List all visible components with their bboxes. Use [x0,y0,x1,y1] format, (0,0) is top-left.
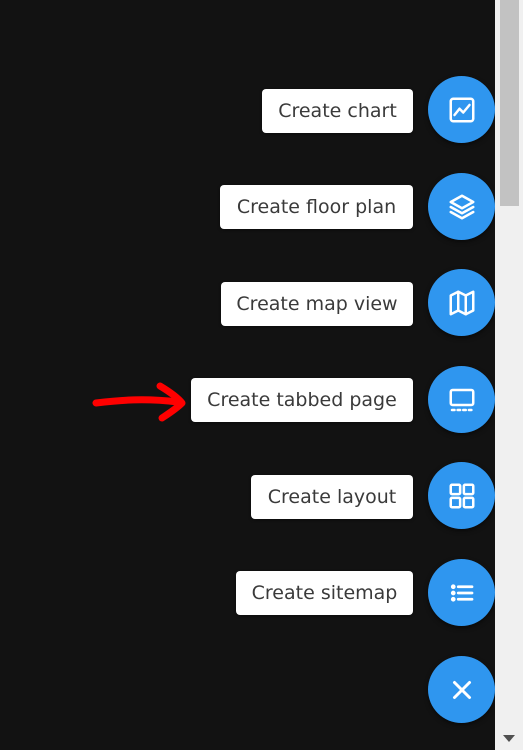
grid-layout-icon [447,481,477,511]
create-floor-plan-label[interactable]: Create floor plan [220,185,413,229]
create-sitemap-button[interactable] [428,559,495,626]
create-sitemap-label[interactable]: Create sitemap [236,571,413,615]
create-tabbed-page-label[interactable]: Create tabbed page [191,378,413,422]
create-layout-button[interactable] [428,462,495,529]
close-icon [447,675,477,705]
close-speed-dial-button[interactable] [428,656,495,723]
scroll-down-arrow-icon[interactable] [503,735,515,742]
layers-icon [447,192,477,222]
chart-icon [447,95,477,125]
speed-dial-overlay: Create chart Create floor plan Create ma… [0,0,523,750]
scrollbar-thumb[interactable] [500,0,519,206]
vertical-scrollbar[interactable] [495,0,523,750]
tabbed-page-icon [447,385,477,415]
create-chart-button[interactable] [428,76,495,143]
create-map-view-label[interactable]: Create map view [221,282,413,326]
red-arrow-annotation-icon [92,382,186,422]
create-floor-plan-button[interactable] [428,173,495,240]
create-map-view-button[interactable] [428,269,495,336]
create-chart-label[interactable]: Create chart [262,89,413,133]
create-layout-label[interactable]: Create layout [251,475,413,519]
create-tabbed-page-button[interactable] [428,366,495,433]
list-icon [447,578,477,608]
map-icon [447,288,477,318]
